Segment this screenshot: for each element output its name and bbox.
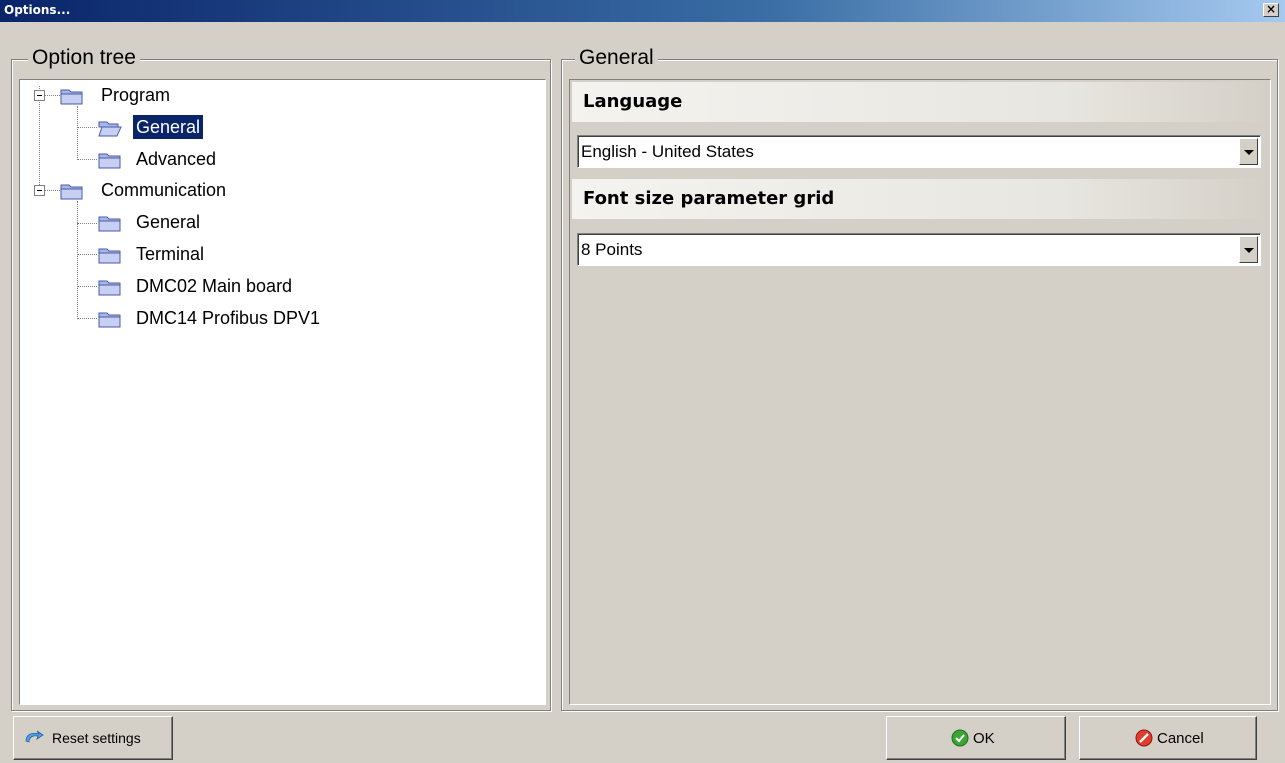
options-dialog: Options... × Option tree Program General (0, 0, 1285, 763)
folder-open-icon (98, 121, 122, 137)
folder-closed-icon (98, 248, 121, 264)
option-tree-title: Option tree (28, 47, 140, 69)
tree-item-label: General (136, 212, 201, 232)
checkmark-icon (951, 729, 969, 747)
folder-closed-icon (98, 280, 121, 296)
window-title: Options... (4, 3, 71, 17)
close-button[interactable]: × (1263, 3, 1279, 17)
cancel-button[interactable]: Cancel (1079, 716, 1257, 760)
folder-closed-icon (98, 216, 121, 232)
font-size-header: Font size parameter grid (572, 179, 1269, 219)
folder-closed-icon (98, 153, 121, 169)
tree-line (45, 95, 60, 96)
ok-label: OK (973, 730, 995, 747)
tree-item-label: Advanced (136, 149, 217, 169)
title-bar[interactable]: Options... × (0, 0, 1285, 22)
tree-line (77, 106, 78, 160)
tree-line (77, 223, 97, 224)
collapse-toggle-program[interactable] (34, 90, 45, 101)
reset-icon (25, 730, 44, 743)
tree-item-label: DMC02 Main board (136, 276, 293, 296)
ok-button[interactable]: OK (886, 716, 1066, 760)
reset-settings-button[interactable]: Reset settings (13, 716, 173, 760)
collapse-toggle-communication[interactable] (34, 185, 45, 196)
chevron-down-icon[interactable] (1239, 138, 1258, 165)
cancel-label: Cancel (1157, 730, 1204, 747)
tree-item-program[interactable]: Program (60, 82, 260, 108)
language-dropdown[interactable]: English - United States (577, 135, 1261, 168)
tree-line (77, 127, 97, 128)
tree-item-label: DMC14 Profibus DPV1 (136, 308, 321, 328)
cancel-icon (1135, 729, 1153, 747)
tree-item-dmc02-main-board[interactable]: DMC02 Main board (98, 273, 358, 299)
tree-item-label: General (133, 115, 204, 139)
reset-settings-label: Reset settings (52, 730, 141, 746)
language-value: English - United States (581, 142, 754, 161)
folder-closed-icon (60, 89, 83, 105)
tree-line (77, 318, 97, 319)
tree-item-program-advanced[interactable]: Advanced (98, 146, 298, 172)
font-size-value: 8 Points (581, 240, 643, 259)
folder-closed-icon (98, 312, 121, 328)
general-title: General (575, 47, 658, 69)
font-size-dropdown[interactable]: 8 Points (577, 233, 1261, 266)
tree-item-label: Terminal (136, 244, 205, 264)
tree-item-program-general[interactable]: General (98, 114, 298, 140)
chevron-down-icon[interactable] (1239, 236, 1258, 263)
tree-item-dmc14-profibus-dpv1[interactable]: DMC14 Profibus DPV1 (98, 305, 378, 331)
language-header: Language (572, 82, 1269, 122)
tree-line (45, 190, 60, 191)
tree-item-label: Communication (101, 180, 227, 200)
tree-item-communication[interactable]: Communication (60, 177, 300, 203)
tree-line (77, 159, 97, 160)
tree-item-label: Program (101, 85, 171, 105)
tree-line (77, 201, 78, 319)
tree-line (77, 254, 97, 255)
option-tree[interactable]: Program General Advanced Communication G… (19, 79, 546, 705)
tree-item-terminal[interactable]: Terminal (98, 241, 298, 267)
folder-closed-icon (60, 184, 83, 200)
tree-line (77, 286, 97, 287)
tree-item-communication-general[interactable]: General (98, 209, 298, 235)
general-settings-panel: Language English - United States Font si… (569, 79, 1271, 705)
